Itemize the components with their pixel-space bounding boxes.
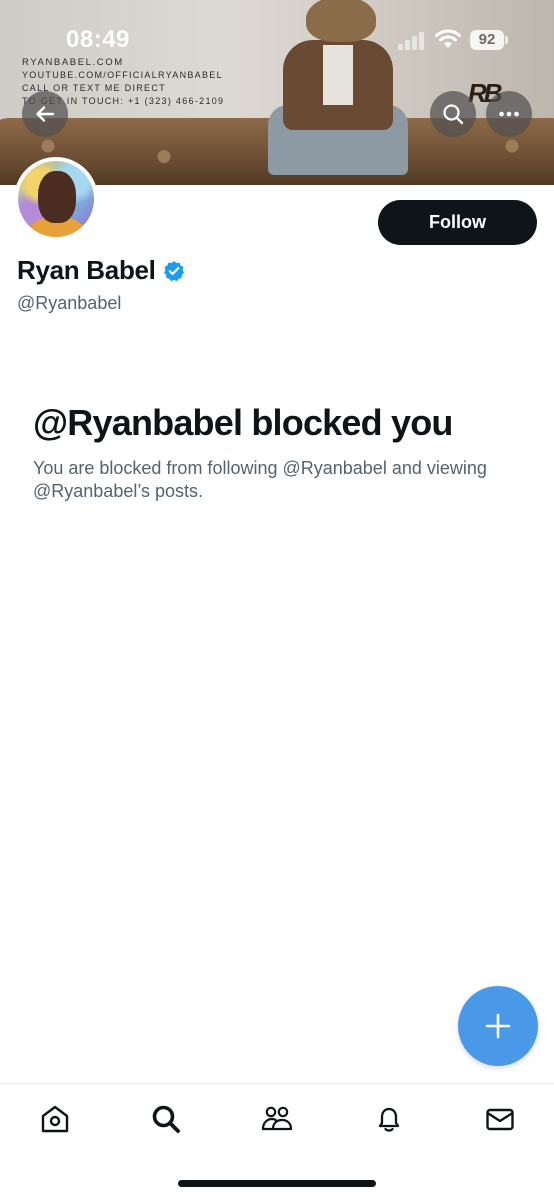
notifications-icon xyxy=(378,1107,400,1132)
profile-name: Ryan Babel xyxy=(17,255,156,285)
profile-handle: @Ryanbabel xyxy=(17,293,122,313)
tab-home[interactable] xyxy=(37,1101,73,1137)
more-horizontal-icon xyxy=(499,111,519,117)
search-icon xyxy=(443,104,464,125)
messages-icon xyxy=(486,1108,514,1131)
communities-icon xyxy=(261,1106,293,1131)
profile-avatar[interactable] xyxy=(14,157,98,241)
status-bar: 08:49 92 xyxy=(0,0,554,80)
arrow-left-icon xyxy=(36,106,55,122)
tab-communities[interactable] xyxy=(259,1101,295,1137)
profile-name-row: Ryan Babel xyxy=(17,255,185,286)
tab-notifications[interactable] xyxy=(371,1101,407,1137)
wifi-icon xyxy=(435,29,461,48)
avatar-image xyxy=(18,161,94,237)
blocked-title: @Ryanbabel blocked you xyxy=(33,402,453,443)
more-options-button[interactable] xyxy=(486,91,532,137)
blocked-description: You are blocked from following @Ryanbabe… xyxy=(33,458,487,501)
cellular-signal-icon xyxy=(398,32,426,50)
battery-indicator: 92 xyxy=(470,30,504,50)
home-icon xyxy=(41,1105,69,1133)
back-button[interactable] xyxy=(22,91,68,137)
follow-button[interactable]: Follow xyxy=(378,200,537,245)
search-icon xyxy=(152,1105,180,1133)
status-time: 08:49 xyxy=(66,26,130,53)
compose-post-button[interactable] xyxy=(458,986,538,1066)
battery-tip xyxy=(505,36,508,44)
search-button[interactable] xyxy=(430,91,476,137)
verified-badge-icon[interactable] xyxy=(163,260,185,282)
home-indicator xyxy=(178,1180,376,1187)
tab-messages[interactable] xyxy=(482,1101,518,1137)
plus-icon xyxy=(485,1013,511,1039)
tab-search[interactable] xyxy=(148,1101,184,1137)
